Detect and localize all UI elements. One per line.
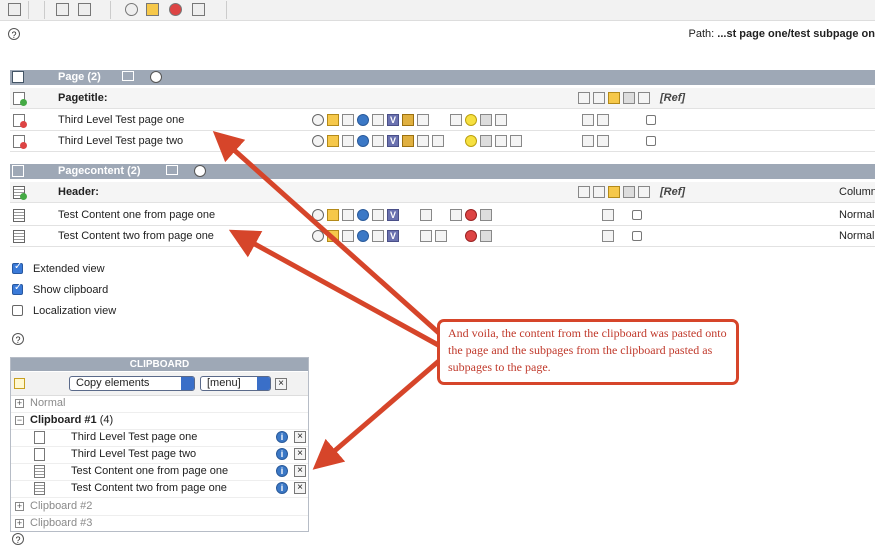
annotation-callout: And voila, the content from the clipboar… — [437, 319, 739, 385]
annotation-arrows — [212, 131, 442, 470]
arrow-to-content — [228, 229, 442, 349]
arrow-to-clipboard — [312, 358, 442, 470]
arrow-to-pages — [212, 131, 442, 336]
